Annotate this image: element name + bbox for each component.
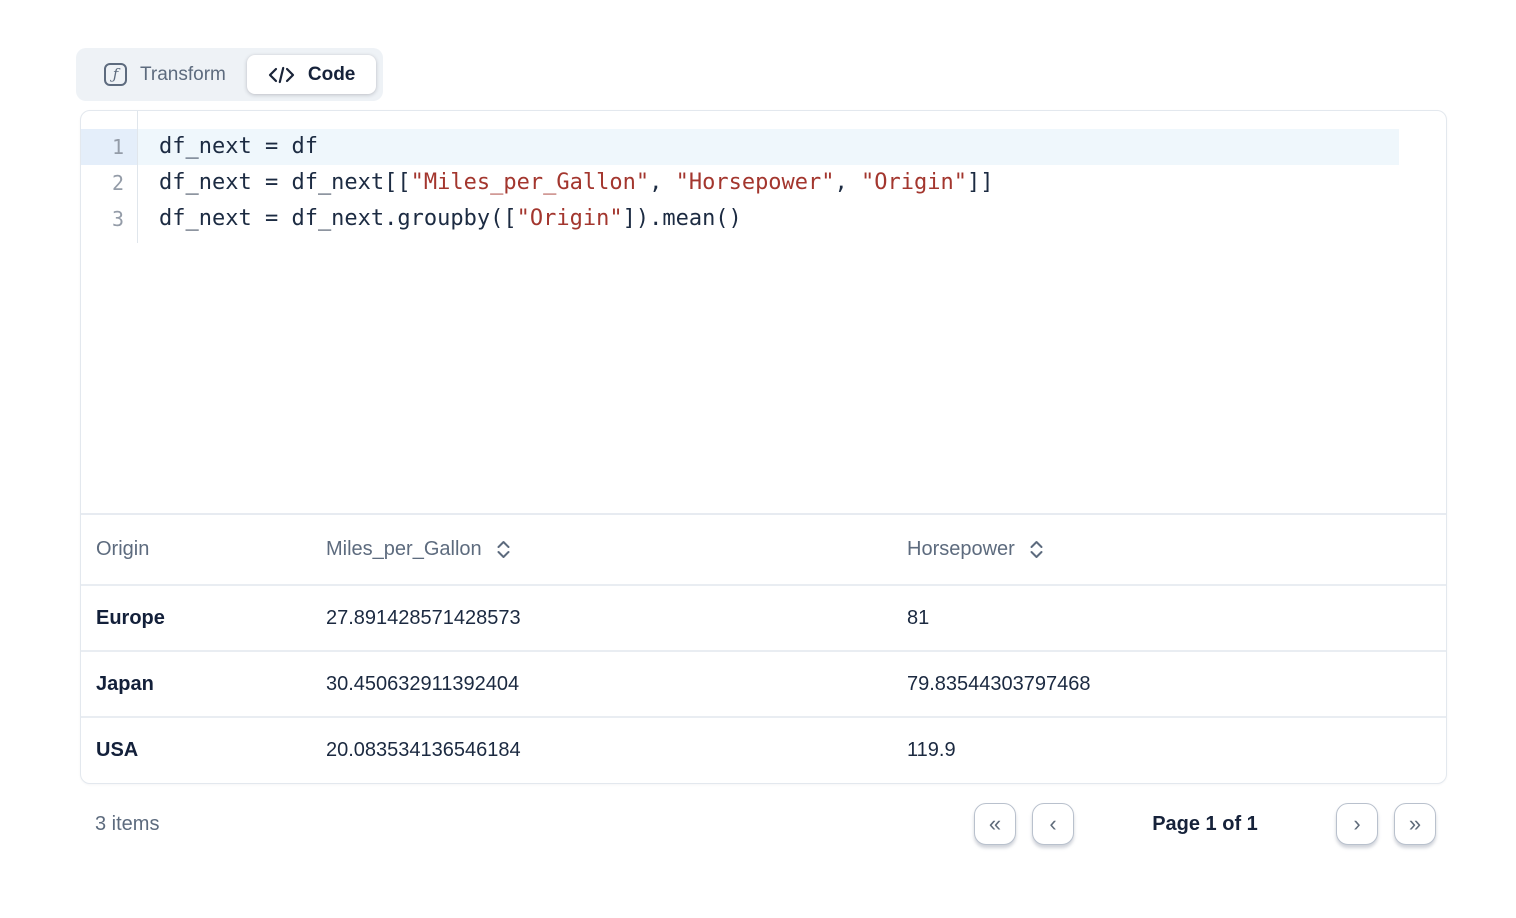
- table-row: USA 20.083534136546184 119.9: [81, 717, 1446, 783]
- code-token: ,: [649, 170, 676, 195]
- page-indicator: Page 1 of 1: [1090, 813, 1320, 836]
- pagination: « ‹ Page 1 of 1 › »: [974, 803, 1447, 845]
- cell-horsepower: 79.83544303797468: [907, 651, 1446, 717]
- string-token: "Miles_per_Gallon": [411, 170, 649, 195]
- code-token: ]]: [967, 170, 994, 195]
- cell-miles-per-gallon: 27.891428571428573: [326, 585, 907, 651]
- cell-miles-per-gallon: 30.450632911392404: [326, 651, 907, 717]
- table-row: Europe 27.891428571428573 81: [81, 585, 1446, 651]
- column-header-miles-per-gallon[interactable]: Miles_per_Gallon: [326, 515, 907, 585]
- double-chevron-left-icon: «: [989, 813, 1001, 835]
- result-table: Origin Miles_per_Gallon H: [81, 515, 1446, 783]
- next-page-button[interactable]: ›: [1336, 803, 1378, 845]
- column-header-horsepower[interactable]: Horsepower: [907, 515, 1446, 585]
- transform-panel: 1 2 3 df_next = df df_next = df_next[["M…: [80, 110, 1447, 784]
- function-icon: ƒ: [104, 63, 127, 86]
- items-count: 3 items: [80, 813, 159, 836]
- code-lines: df_next = df df_next = df_next[["Miles_p…: [138, 111, 1446, 243]
- chevron-left-icon: ‹: [1049, 813, 1056, 835]
- code-line-3: df_next = df_next.groupby(["Origin"]).me…: [138, 201, 1446, 237]
- code-token: ]).mean(): [623, 206, 742, 231]
- code-editor-content: 1 2 3 df_next = df df_next = df_next[["M…: [81, 111, 1446, 243]
- sort-icon[interactable]: [496, 540, 511, 559]
- table-row: Japan 30.450632911392404 79.835443037974…: [81, 651, 1446, 717]
- code-line-1: df_next = df: [138, 129, 1399, 165]
- column-label: Horsepower: [907, 538, 1015, 561]
- tab-transform[interactable]: ƒ Transform: [83, 55, 247, 94]
- tab-transform-label: Transform: [140, 64, 226, 86]
- string-token: "Origin": [517, 206, 623, 231]
- code-line-2: df_next = df_next[["Miles_per_Gallon", "…: [138, 165, 1446, 201]
- line-number-gutter: 1 2 3: [81, 111, 138, 243]
- line-number: 3: [81, 201, 137, 237]
- prev-page-button[interactable]: ‹: [1032, 803, 1074, 845]
- cell-horsepower: 119.9: [907, 717, 1446, 783]
- line-number: 2: [81, 165, 137, 201]
- double-chevron-right-icon: »: [1409, 813, 1421, 835]
- code-brackets-icon: [268, 65, 295, 85]
- last-page-button[interactable]: »: [1394, 803, 1436, 845]
- column-header-origin: Origin: [81, 515, 326, 585]
- first-page-button[interactable]: «: [974, 803, 1016, 845]
- code-token: df_next = df_next.groupby([: [159, 206, 517, 231]
- tab-code-label: Code: [308, 64, 356, 86]
- code-token: ,: [835, 170, 862, 195]
- code-token: df_next = df: [159, 134, 318, 159]
- string-token: "Origin": [861, 170, 967, 195]
- code-token: df_next = df_next[[: [159, 170, 411, 195]
- result-table-section: Origin Miles_per_Gallon H: [81, 513, 1446, 783]
- cell-horsepower: 81: [907, 585, 1446, 651]
- tab-code[interactable]: Code: [247, 55, 377, 94]
- sort-icon[interactable]: [1029, 540, 1044, 559]
- cell-miles-per-gallon: 20.083534136546184: [326, 717, 907, 783]
- chevron-right-icon: ›: [1353, 813, 1360, 835]
- view-mode-tabs: ƒ Transform Code: [76, 48, 383, 101]
- column-label: Miles_per_Gallon: [326, 538, 482, 561]
- column-label: Origin: [96, 538, 149, 560]
- string-token: "Horsepower": [676, 170, 835, 195]
- table-header-row: Origin Miles_per_Gallon H: [81, 515, 1446, 585]
- cell-origin: Europe: [81, 585, 326, 651]
- code-editor[interactable]: 1 2 3 df_next = df df_next = df_next[["M…: [81, 111, 1446, 513]
- cell-origin: USA: [81, 717, 326, 783]
- line-number: 1: [81, 129, 137, 165]
- table-footer: 3 items « ‹ Page 1 of 1 › »: [80, 803, 1447, 845]
- cell-origin: Japan: [81, 651, 326, 717]
